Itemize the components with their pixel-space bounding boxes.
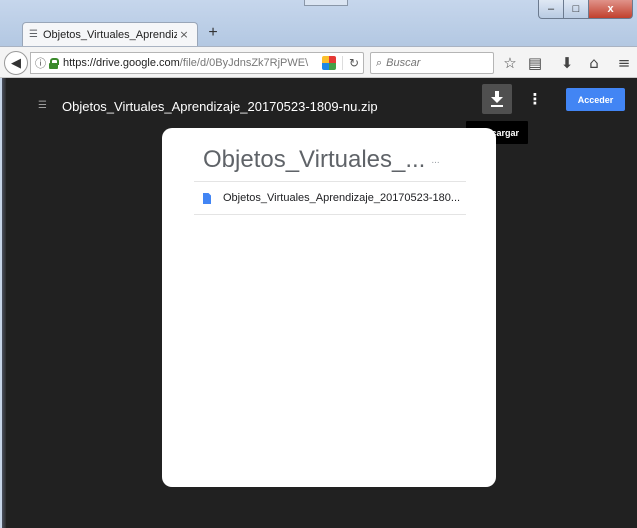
download-icon xyxy=(491,91,503,107)
search-icon: ⌕ xyxy=(376,56,383,69)
download-button[interactable] xyxy=(482,84,512,114)
sign-in-button[interactable]: Acceder xyxy=(566,88,625,111)
search-bar[interactable]: ⌕ xyxy=(370,52,494,74)
minimize-button[interactable]: – xyxy=(538,0,564,19)
back-arrow-icon: ◀ xyxy=(11,55,21,71)
tab-close-icon[interactable]: × xyxy=(177,28,191,41)
back-button[interactable]: ◀ xyxy=(4,51,28,75)
archive-title-text: Objetos_Virtuales_... xyxy=(203,146,426,173)
archive-preview-card: Objetos_Virtuales_...... Objetos_Virtual… xyxy=(162,128,496,487)
navigation-toolbar: ◀ ⓘ https://drive.google.com/file/d/0ByJ… xyxy=(0,46,637,78)
maximize-button[interactable]: □ xyxy=(564,0,589,19)
menu-icon[interactable]: ≡ xyxy=(614,54,634,72)
bookmark-star-icon[interactable]: ☆ xyxy=(500,54,520,72)
info-icon[interactable]: ⓘ xyxy=(35,55,46,71)
archive-file-icon: ☰ xyxy=(38,100,47,111)
lock-icon[interactable] xyxy=(49,58,59,69)
url-domain: https://drive.google.com xyxy=(63,57,180,69)
file-name: Objetos_Virtuales_Aprendizaje_20170523-1… xyxy=(62,99,378,114)
window-edge xyxy=(0,78,6,528)
archive-title: Objetos_Virtuales_...... xyxy=(203,146,440,174)
address-bar[interactable]: ⓘ https://drive.google.com/file/d/0ByJdn… xyxy=(30,52,364,74)
reading-list-icon[interactable]: ▤ xyxy=(525,54,545,72)
search-input[interactable] xyxy=(386,57,483,69)
window-titlebar: ☰ Objetos_Virtuales_Aprendiza × + – □ x xyxy=(0,0,637,46)
tab-file-icon: ☰ xyxy=(29,29,38,40)
document-icon xyxy=(203,192,211,204)
tab-title: Objetos_Virtuales_Aprendiza xyxy=(43,28,177,41)
reload-icon[interactable]: ↻ xyxy=(341,56,359,70)
more-options-button[interactable]: ⋮ xyxy=(527,86,543,112)
browser-tab[interactable]: ☰ Objetos_Virtuales_Aprendiza × xyxy=(22,22,198,46)
drive-viewer: ☰ Objetos_Virtuales_Aprendizaje_20170523… xyxy=(0,78,637,528)
downloads-icon[interactable]: ⬇ xyxy=(557,54,577,72)
extension-icon[interactable] xyxy=(321,56,336,70)
divider xyxy=(194,214,466,215)
archive-entry-name: Objetos_Virtuales_Aprendizaje_20170523-1… xyxy=(223,192,461,204)
archive-title-ellipsis: ... xyxy=(431,155,440,167)
window-controls: – □ x xyxy=(538,0,633,20)
home-icon[interactable]: ⌂ xyxy=(584,54,604,72)
archive-entry[interactable]: Objetos_Virtuales_Aprendizaje_20170523-1… xyxy=(194,182,466,214)
viewer-header: ☰ Objetos_Virtuales_Aprendizaje_20170523… xyxy=(0,78,637,126)
new-tab-button[interactable]: + xyxy=(204,24,222,42)
url-path: /file/d/0ByJdnsZk7RjPWE\ xyxy=(179,57,309,69)
url-text[interactable]: https://drive.google.com/file/d/0ByJdnsZ… xyxy=(63,57,316,69)
title-notch xyxy=(304,0,348,6)
close-window-button[interactable]: x xyxy=(589,0,633,19)
